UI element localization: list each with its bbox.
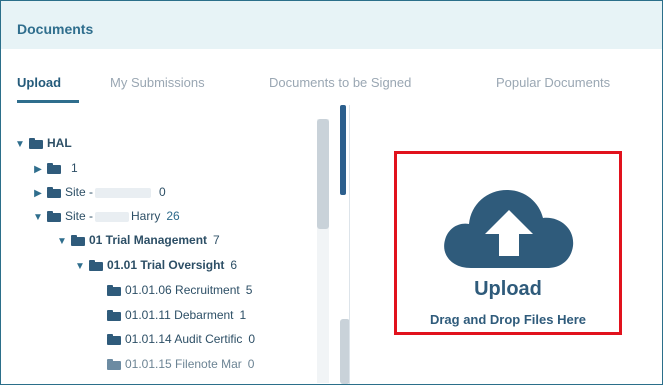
tab-upload[interactable]: Upload [17,75,61,90]
upload-subtitle: Drag and Drop Files Here [429,312,587,327]
tree-item-label: 01.01.06 Recruitment [125,283,240,297]
folder-icon [107,359,121,371]
item-count: 0 [159,185,166,199]
folder-icon [71,235,85,247]
tree-item-label-suffix: Harry [131,209,161,223]
tree-item-label: 01.01.15 Filenote Mar [125,357,242,371]
redacted-text [95,211,130,222]
expand-toggle-icon[interactable]: ▶ [33,159,43,181]
tree-item-label: 01.01.14 Audit Certific [125,332,243,346]
folder-icon [107,310,121,322]
expand-toggle-icon[interactable]: ▼ [57,231,67,253]
folder-icon [47,163,61,175]
cloud-upload-icon [444,190,574,268]
tree-item-recruitment[interactable]: 01.01.06 Recruitment 5 [103,279,252,301]
upload-dropzone[interactable]: Upload Drag and Drop Files Here [394,151,622,335]
tab-my-submissions[interactable]: My Submissions [110,75,205,90]
expand-toggle-icon[interactable]: ▼ [15,134,25,156]
tree-item-site-harry[interactable]: ▼ Site - Harry 26 [33,205,180,227]
tree-item-label: Site - [65,209,94,223]
folder-icon [47,211,61,223]
item-count: 0 [248,332,256,346]
tree-item-label: HAL [47,136,72,150]
tree-item-folder-1[interactable]: ▶ 1 [33,157,78,179]
upload-title: Upload [474,278,542,300]
documents-panel: Documents Upload My Submissions Document… [0,0,663,385]
tree-item-label: Site - [65,185,94,199]
item-count: 0 [247,357,255,371]
tree-item-trial-oversight[interactable]: ▼ 01.01 Trial Oversight 6 [75,254,237,276]
folder-icon [29,138,43,150]
item-count: 6 [230,258,238,272]
redacted-text [95,187,152,198]
item-count: 26 [166,209,180,223]
active-tab-indicator [17,100,79,103]
folder-icon [47,187,61,199]
folder-icon [107,285,121,297]
pane-divider [349,105,350,384]
tab-documents-to-be-signed[interactable]: Documents to be Signed [269,75,411,90]
expand-toggle-icon[interactable]: ▼ [33,207,43,229]
tree-item-label: 01.01.11 Debarment [125,308,234,322]
tree-item-audit-certificate[interactable]: 01.01.14 Audit Certific 0 [103,328,255,350]
tree-item-trial-management[interactable]: ▼ 01 Trial Management 7 [57,229,220,251]
tree-item-label: 01 Trial Management [89,233,208,247]
panel-header: Documents [1,1,662,49]
expand-toggle-icon[interactable]: ▶ [33,183,43,205]
tree-item-label: 01.01 Trial Oversight [107,258,225,272]
item-count: 7 [213,233,220,247]
item-count: 5 [245,283,253,297]
item-count: 1 [71,161,78,175]
expand-toggle-icon[interactable]: ▼ [75,256,85,278]
pane-resize-handle[interactable] [340,105,346,195]
tree-item-debarment[interactable]: 01.01.11 Debarment 1 [103,304,246,326]
page-title: Documents [17,21,94,37]
folder-tree: ▼ HAL ▶ 1 ▶ Site -0 ▼ Site - Harry 26 ▼ 01 Tria… [1,111,346,384]
item-count: 1 [239,308,247,322]
tree-item-site-a[interactable]: ▶ Site - 0 [33,181,166,203]
folder-icon [107,334,121,346]
tree-item-hal[interactable]: ▼ HAL [15,132,72,154]
tree-scrollbar-thumb[interactable] [317,119,329,229]
tab-popular-documents[interactable]: Popular Documents [496,75,610,90]
tab-bar: Upload My Submissions Documents to be Si… [1,67,662,103]
tree-item-filenote[interactable]: 01.01.15 Filenote Mar 0 [103,353,254,375]
folder-icon [89,260,103,272]
